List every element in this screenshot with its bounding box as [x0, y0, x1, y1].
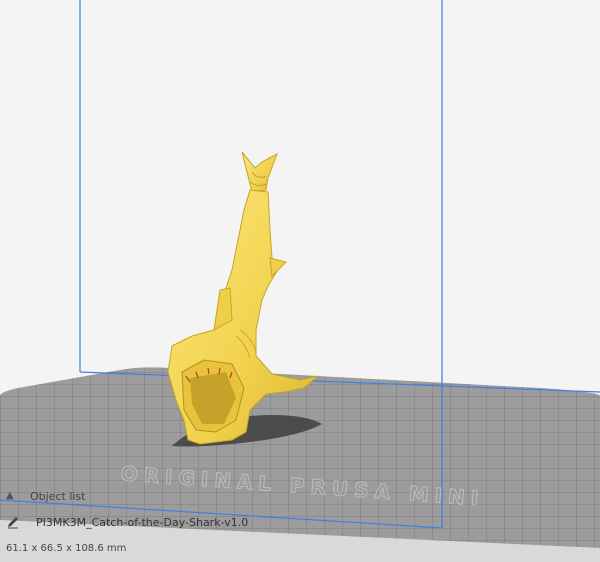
object-name: PI3MK3M_Catch-of-the-Day-Shark-v1.0	[36, 516, 249, 529]
scene-canvas[interactable]: ORIGINAL PRUSA MINI	[0, 0, 600, 562]
object-dimensions: 61.1 x 66.5 x 108.6 mm	[0, 541, 600, 559]
object-list-label: Object list	[30, 490, 86, 503]
object-list-header[interactable]: ▲ Object list	[0, 488, 600, 508]
object-list-item[interactable]: PI3MK3M_Catch-of-the-Day-Shark-v1.0	[0, 512, 600, 534]
pencil-icon[interactable]	[6, 515, 20, 529]
dimensions-text: 61.1 x 66.5 x 108.6 mm	[6, 543, 127, 554]
3d-viewport[interactable]: ORIGINAL PRUSA MINI ▲ Object list PI3MK3…	[0, 0, 600, 562]
chevron-up-icon[interactable]: ▲	[6, 490, 14, 501]
